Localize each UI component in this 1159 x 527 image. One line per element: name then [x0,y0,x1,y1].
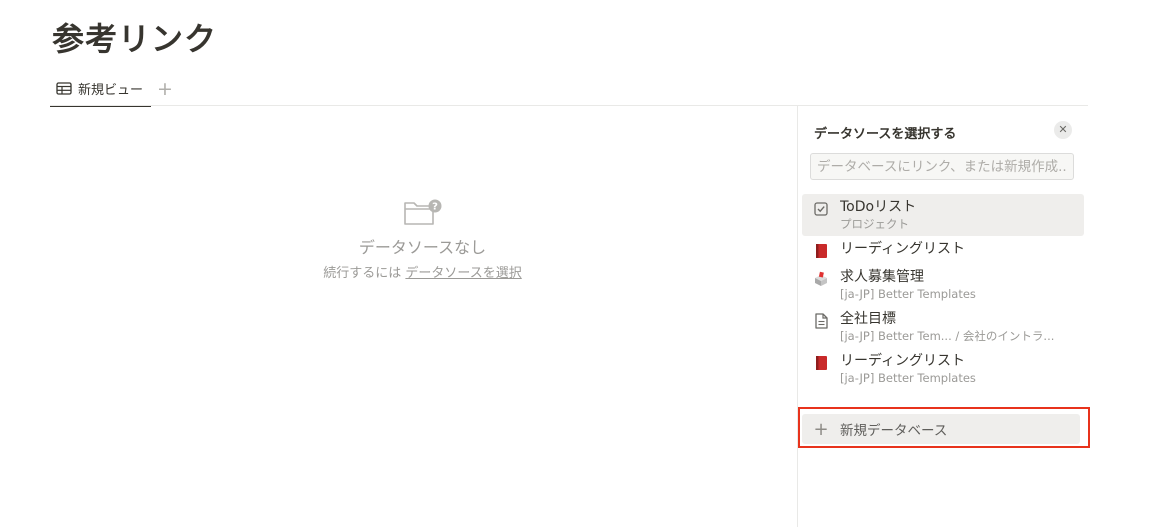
plus-icon: + [813,418,829,440]
folder-question-icon: ? [403,199,441,225]
empty-state: ? データソースなし 続行するには データソースを選択 [300,198,545,281]
data-source-list: ToDoリスト プロジェクト リーディングリスト 求人募集管理 [ja-JP] … [802,194,1084,390]
book-icon [816,244,827,258]
select-data-source-link[interactable]: データソースを選択 [405,266,521,281]
item-subtitle: [ja-JP] Better Tem... / 会社のイントラ... [840,329,1055,343]
list-item[interactable]: 全社目標 [ja-JP] Better Tem... / 会社のイントラ... [802,306,1084,348]
panel-title: データソースを選択する [814,127,957,142]
data-source-panel: データソースを選択する ✕ ToDoリスト プロジェクト リーディングリスト [798,106,1088,527]
new-database-button[interactable]: + 新規データベース [802,414,1080,444]
empty-subtitle-prefix: 続行するには [323,266,406,281]
item-subtitle: [ja-JP] Better Templates [840,371,976,385]
item-subtitle: プロジェクト [840,217,909,231]
new-database-label: 新規データベース [840,423,948,439]
view-tabs: 新規ビュー + [50,72,173,107]
ballot-box-icon [815,271,827,286]
empty-subtitle: 続行するには データソースを選択 [300,262,545,281]
add-view-button[interactable]: + [157,79,173,99]
item-title: ToDoリスト [840,199,917,215]
empty-title: データソースなし [358,238,487,257]
item-subtitle: [ja-JP] Better Templates [840,287,976,301]
close-icon[interactable]: ✕ [1054,121,1072,139]
table-icon [56,81,72,95]
search-input[interactable] [810,153,1074,180]
tab-new-view[interactable]: 新規ビュー [50,72,152,107]
item-title: リーディングリスト [840,353,966,369]
tab-label: 新規ビュー [78,82,144,98]
item-title: 全社目標 [840,311,896,327]
list-item[interactable]: リーディングリスト [ja-JP] Better Templates [802,348,1084,390]
svg-text:?: ? [432,202,438,213]
list-item[interactable]: 求人募集管理 [ja-JP] Better Templates [802,264,1084,306]
checkbox-icon [814,202,828,216]
document-icon [815,313,828,329]
list-item[interactable]: ToDoリスト プロジェクト [802,194,1084,236]
book-icon [816,356,827,370]
page-title: 参考リンク [52,20,218,58]
item-title: リーディングリスト [840,241,966,257]
list-item[interactable]: リーディングリスト [802,236,1084,264]
item-title: 求人募集管理 [840,269,924,285]
